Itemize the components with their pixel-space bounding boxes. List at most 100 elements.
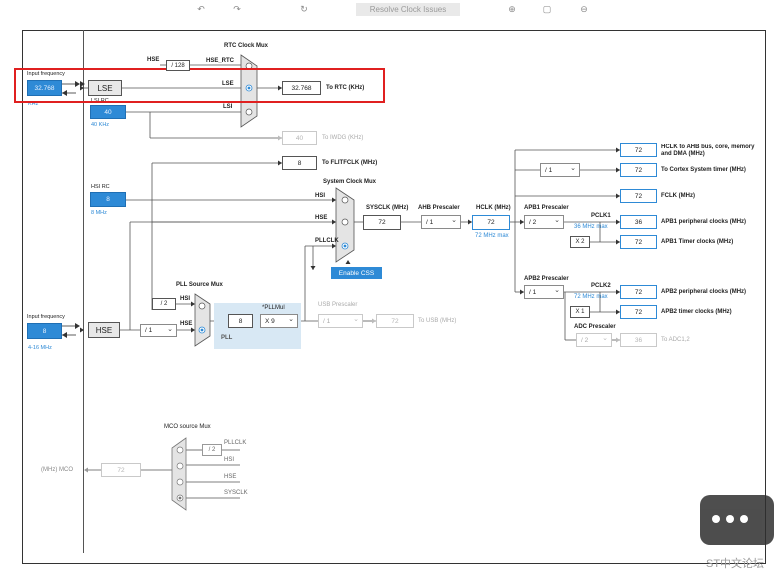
hse-prediv-value: / 1 — [145, 327, 153, 334]
flitfclk-output-value: 8 — [282, 156, 317, 170]
chevron-down-icon: ⌄ — [602, 335, 608, 342]
chat-dot-icon — [726, 515, 734, 523]
pllmul-select[interactable]: X 9 ⌄ — [260, 314, 298, 328]
fclk-output-label: FCLK (MHz) — [661, 193, 695, 199]
pllmux-hsi-label: HSI — [180, 296, 191, 302]
sysmux-hsi-label: HSI — [315, 193, 326, 199]
usb-prescaler-value: / 1 — [323, 317, 331, 325]
usb-prescaler-select[interactable]: / 1 ⌄ — [318, 314, 363, 328]
pllmux-hse-label: HSE — [180, 321, 193, 327]
apb2-timer-output-value: 72 — [620, 305, 657, 319]
lsi-unit-label: 40 KHz — [91, 122, 110, 128]
rtc-lse-label: LSE — [222, 81, 234, 87]
chevron-down-icon: ⌄ — [451, 217, 457, 224]
chevron-down-icon: ⌄ — [554, 287, 560, 294]
mco-pllclk-label: PLLCLK — [224, 440, 247, 446]
apb1-timer-output-label: APB1 Timer clocks (MHz) — [661, 239, 734, 245]
pclk1-label: PCLK1 — [591, 213, 611, 219]
pll-label: PLL — [221, 335, 233, 341]
apb2-timer-multiplier: X 1 — [570, 306, 590, 318]
sysmux-hse-label: HSE — [315, 215, 328, 221]
apb1-prescaler-value: / 2 — [529, 218, 537, 226]
chat-dot-icon — [740, 515, 748, 523]
hsi-div2-block: / 2 — [152, 298, 176, 310]
pllmul-value: X 9 — [265, 317, 275, 325]
ahb-prescaler-select[interactable]: / 1 ⌄ — [421, 215, 461, 229]
iwdg-output-value: 40 — [282, 131, 317, 145]
rtc-output-value: 32.768 — [282, 81, 321, 95]
apb2-prescaler-select[interactable]: / 1 ⌄ — [524, 285, 564, 299]
rtc-lsi-label: LSI — [223, 104, 233, 110]
cortex-timer-output-label: To Cortex System timer (MHz) — [661, 167, 746, 173]
enable-css-button[interactable]: Enable CSS — [331, 267, 382, 279]
hse-div128-block: / 128 — [166, 60, 190, 71]
hclk-value-field[interactable]: 72 — [472, 215, 510, 230]
chevron-down-icon: ⌄ — [570, 165, 576, 172]
apb2-peripheral-output-value: 72 — [620, 285, 657, 299]
hclk-ahb-output-label: HCLK to AHB bus, core, memory and DMA (M… — [661, 144, 755, 157]
chat-bubble-icon[interactable] — [700, 495, 774, 545]
apb2-timer-output-label: APB2 timer clocks (MHz) — [661, 309, 732, 315]
apb1-timer-multiplier: X 2 — [570, 236, 590, 248]
mco-source-mux-title: MCO source Mux — [164, 424, 211, 430]
cortex-timer-output-value: 72 — [620, 163, 657, 177]
hse-prediv-select[interactable]: / 1 ⌄ — [140, 324, 177, 337]
watermark-text: ST中文论坛 — [706, 558, 765, 570]
usb-prescaler-label: USB Prescaler — [318, 302, 358, 308]
rtc-hse-label: HSE — [147, 57, 160, 63]
chevron-down-icon: ⌄ — [353, 316, 359, 323]
apb1-peripheral-output-value: 36 — [620, 215, 657, 229]
hsi-rc-value: 8 — [90, 192, 126, 207]
iwdg-output-label: To IWDG (KHz) — [322, 135, 364, 141]
hse-source-block: HSE — [88, 322, 120, 338]
mco-hse-label: HSE — [224, 474, 237, 480]
apb2-prescaler-value: / 1 — [529, 288, 537, 296]
usb-output-value: 72 — [376, 314, 414, 328]
apb2-prescaler-label: APB2 Prescaler — [524, 276, 569, 282]
pll-source-mux-title: PLL Source Mux — [176, 282, 223, 288]
hsi-rc-label: HSI RC — [91, 184, 110, 190]
adc-prescaler-select[interactable]: / 2 ⌄ — [576, 333, 612, 347]
mco-output-value: 72 — [101, 463, 141, 477]
adc-output-value: 36 — [620, 333, 657, 347]
hclk-max-label: 72 MHz max — [475, 233, 509, 239]
sysclk-value: 72 — [363, 215, 401, 230]
ahb-prescaler-label: AHB Prescaler — [418, 205, 460, 211]
system-clock-mux-title: System Clock Mux — [323, 179, 377, 185]
apb1-prescaler-select[interactable]: / 2 ⌄ — [524, 215, 564, 229]
flitfclk-output-label: To FLITFCLK (MHz) — [322, 160, 378, 166]
adc-prescaler-label: ADC Prescaler — [574, 324, 616, 330]
apb1-prescaler-label: APB1 Prescaler — [524, 205, 569, 211]
apb1-timer-output-value: 72 — [620, 235, 657, 249]
sysclk-label: SYSCLK (MHz) — [366, 205, 409, 211]
rtc-mux-title: RTC Clock Mux — [224, 43, 269, 49]
apb2-peripheral-output-label: APB2 peripheral clocks (MHz) — [661, 289, 747, 295]
pll-input-value: 8 — [228, 314, 253, 328]
hclk-ahb-output-value: 72 — [620, 143, 657, 157]
apb1-peripheral-output-label: APB1 peripheral clocks (MHz) — [661, 219, 747, 225]
pllmul-label: *PLLMul — [262, 305, 285, 311]
hse-rtc-label: HSE_RTC — [206, 58, 235, 64]
usb-output-label: To USB (MHz) — [418, 318, 457, 324]
rtc-output-label: To RTC (KHz) — [326, 85, 365, 91]
pclk2-label: PCLK2 — [591, 283, 611, 289]
mco-sysclk-label: SYSCLK — [224, 490, 248, 496]
mco-pllclk-div2-block: / 2 — [202, 444, 222, 456]
cortex-timer-divider-select[interactable]: / 1 ⌄ — [540, 163, 580, 177]
cortex-timer-divider-value: / 1 — [545, 166, 553, 174]
mco-hsi-label: HSI — [224, 457, 235, 463]
chevron-down-icon: ⌄ — [554, 217, 560, 224]
pclk1-max-label: 36 MHz max — [574, 224, 608, 230]
fclk-output-value: 72 — [620, 189, 657, 203]
pclk2-max-label: 72 MHz max — [574, 294, 608, 300]
hsi-unit-label: 8 MHz — [91, 210, 107, 216]
lsi-rc-value: 40 — [90, 105, 126, 119]
hclk-label: HCLK (MHz) — [476, 205, 511, 211]
hse-input-frequency-field[interactable]: 8 — [27, 323, 62, 339]
input-frequency-label-bottom: Input frequency — [27, 314, 65, 320]
adc-prescaler-value: / 2 — [581, 336, 589, 344]
adc-output-label: To ADC1,2 — [661, 337, 690, 343]
chevron-down-icon: ⌄ — [288, 316, 294, 323]
sysmux-pllclk-label: PLLCLK — [315, 238, 339, 244]
chat-dot-icon — [712, 515, 720, 523]
